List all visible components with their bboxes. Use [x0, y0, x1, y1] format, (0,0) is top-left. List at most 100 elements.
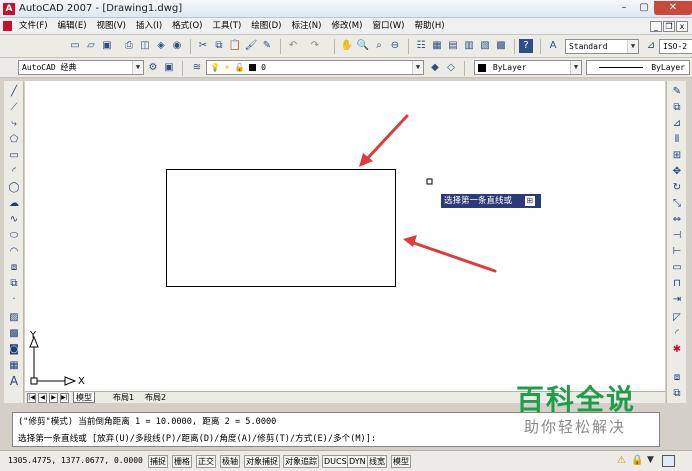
last-tab-button[interactable]: ▶|	[60, 393, 69, 403]
menu-view[interactable]: 视图(V)	[92, 18, 131, 35]
design-center-icon[interactable]: ▦	[430, 39, 444, 53]
osnap-toggle[interactable]: 对象捕捉	[244, 455, 280, 468]
menu-tools[interactable]: 工具(T)	[207, 18, 246, 35]
command-prompt-line[interactable]: 选择第一条直线或 [放弃(U)/多段线(P)/距离(D)/角度(A)/修剪(T)…	[18, 432, 376, 444]
dim-style-select[interactable]: ISO-2	[659, 39, 692, 54]
model-space-toggle[interactable]: 模型	[391, 455, 411, 468]
trim-icon[interactable]: ⊣	[669, 229, 685, 242]
offset-icon[interactable]: ⫴	[669, 133, 685, 146]
zoom-realtime-icon[interactable]: 🔍	[356, 39, 370, 53]
3d-dwf-icon[interactable]: ◉	[170, 39, 184, 53]
autocad-app-icon[interactable]: A	[3, 3, 15, 15]
join-icon[interactable]: ⇥	[669, 293, 685, 306]
lineweight-toggle[interactable]: 线宽	[367, 455, 387, 468]
grid-toggle[interactable]: 栅格	[172, 455, 192, 468]
make-block-icon[interactable]: ⧉	[6, 277, 22, 290]
make-layer-current-icon[interactable]: ◆	[428, 61, 442, 75]
status-menu-icon[interactable]: ▼	[647, 455, 654, 465]
coordinates-readout[interactable]: 1305.4775, 1377.0677, 0.0000	[8, 456, 143, 465]
menu-modify[interactable]: 修改(M)	[326, 18, 367, 35]
publish-icon[interactable]: ◈	[154, 39, 168, 53]
ortho-toggle[interactable]: 正交	[196, 455, 216, 468]
menu-format[interactable]: 格式(O)	[167, 18, 207, 35]
calculator-icon[interactable]: ▩	[494, 39, 508, 53]
revision-cloud-icon[interactable]: ☁	[6, 197, 22, 210]
array-icon[interactable]: ⊞	[669, 149, 685, 162]
gradient-icon[interactable]: ▩	[6, 327, 22, 340]
point-icon[interactable]: ·	[6, 293, 22, 306]
open-icon[interactable]: ▱	[84, 39, 98, 53]
tool-palettes-icon[interactable]: ▤	[446, 39, 460, 53]
draw-order-icon[interactable]: ⧈	[669, 371, 685, 384]
doc-restore-button[interactable]: ❐	[663, 21, 675, 32]
region-icon[interactable]: ◙	[6, 343, 22, 356]
menu-edit[interactable]: 编辑(E)	[53, 18, 92, 35]
layer-previous-icon[interactable]: ◇	[444, 61, 458, 75]
menu-window[interactable]: 窗口(W)	[367, 18, 409, 35]
layer-manager-icon[interactable]: ≋	[190, 61, 204, 75]
copy-icon[interactable]: ⧉	[212, 39, 226, 53]
rectangle-shape[interactable]	[166, 169, 396, 287]
move-icon[interactable]: ✥	[669, 165, 685, 178]
layer-select[interactable]: 💡 ☀ 🔓 0 ▼	[206, 60, 424, 75]
communication-center-icon[interactable]: ⚠	[617, 455, 626, 466]
spline-icon[interactable]: ∿	[6, 213, 22, 226]
drawing-canvas[interactable]: Y X 选择第一条直线或 ⊞	[25, 81, 665, 391]
snap-toggle[interactable]: 捕捉	[148, 455, 168, 468]
construction-line-icon[interactable]: ⟋	[6, 101, 22, 114]
sheet-set-icon[interactable]: ▥	[462, 39, 476, 53]
menu-help[interactable]: 帮助(H)	[410, 18, 450, 35]
zoom-window-icon[interactable]: ⌕	[372, 39, 386, 53]
tab-layout2[interactable]: 布局2	[143, 392, 168, 403]
break-icon[interactable]: ⊓	[669, 277, 685, 290]
markup-icon[interactable]: ▧	[478, 39, 492, 53]
first-tab-button[interactable]: |◀	[27, 393, 36, 403]
menu-dimension[interactable]: 标注(N)	[286, 18, 326, 35]
draw-order-back-icon[interactable]: ⧉	[669, 387, 685, 400]
ellipse-arc-icon[interactable]: ◠	[6, 245, 22, 258]
toolbar-lock-icon[interactable]: 🔒	[631, 455, 643, 466]
dropdown-options-icon[interactable]: ⊞	[524, 195, 535, 206]
chamfer-icon[interactable]: ◸	[669, 311, 685, 324]
scale-icon[interactable]: ⤡	[669, 197, 685, 210]
insert-block-icon[interactable]: ⧈	[6, 261, 22, 274]
circle-icon[interactable]: ◯	[6, 181, 22, 194]
help-icon[interactable]: ?	[519, 39, 533, 53]
doc-minimize-button[interactable]: _	[650, 21, 662, 32]
document-icon[interactable]	[3, 21, 12, 31]
copy-object-icon[interactable]: ⧉	[669, 101, 685, 114]
tab-model[interactable]: 模型	[73, 392, 95, 403]
otrack-toggle[interactable]: 对象追踪	[283, 455, 319, 468]
rectangle-icon[interactable]: ▭	[6, 149, 22, 162]
block-editor-icon[interactable]: ✎	[260, 39, 274, 53]
fillet-icon[interactable]: ◜	[669, 327, 685, 340]
stretch-icon[interactable]: ⇔	[669, 213, 685, 226]
menu-draw[interactable]: 绘图(D)	[246, 18, 286, 35]
text-style-select[interactable]: Standard ▼	[565, 39, 639, 54]
zoom-previous-icon[interactable]: ⊖	[388, 39, 402, 53]
clean-screen-icon[interactable]	[662, 455, 675, 467]
ellipse-icon[interactable]: ⬭	[6, 229, 22, 242]
extend-icon[interactable]: ⊢	[669, 245, 685, 258]
preview-icon[interactable]: ◫	[138, 39, 152, 53]
linetype-select[interactable]: ByLayer	[586, 60, 690, 75]
workspace-select[interactable]: AutoCAD 经典 ▼	[18, 60, 144, 75]
line-icon[interactable]: ╱	[6, 85, 22, 98]
menu-insert[interactable]: 插入(I)	[131, 18, 167, 35]
color-select[interactable]: ByLayer ▼	[474, 60, 582, 75]
multiline-text-icon[interactable]: A	[6, 375, 22, 388]
print-icon[interactable]: ⎙	[122, 39, 136, 53]
table-icon[interactable]: ▦	[6, 359, 22, 372]
ducs-toggle[interactable]: DUCS	[322, 455, 349, 468]
menu-file[interactable]: 文件(F)	[14, 18, 53, 35]
explode-icon[interactable]: ✱	[669, 343, 685, 356]
new-icon[interactable]: ▭	[68, 39, 82, 53]
polyline-icon[interactable]: ⤷	[6, 117, 22, 130]
arc-icon[interactable]: ◜	[6, 165, 22, 178]
undo-icon[interactable]: ↶	[286, 39, 300, 53]
tab-layout1[interactable]: 布局1	[111, 392, 136, 403]
minimize-button[interactable]: –	[614, 1, 634, 15]
rotate-icon[interactable]: ↻	[669, 181, 685, 194]
cut-icon[interactable]: ✂	[196, 39, 210, 53]
workspace-save-icon[interactable]: ▣	[162, 61, 176, 75]
